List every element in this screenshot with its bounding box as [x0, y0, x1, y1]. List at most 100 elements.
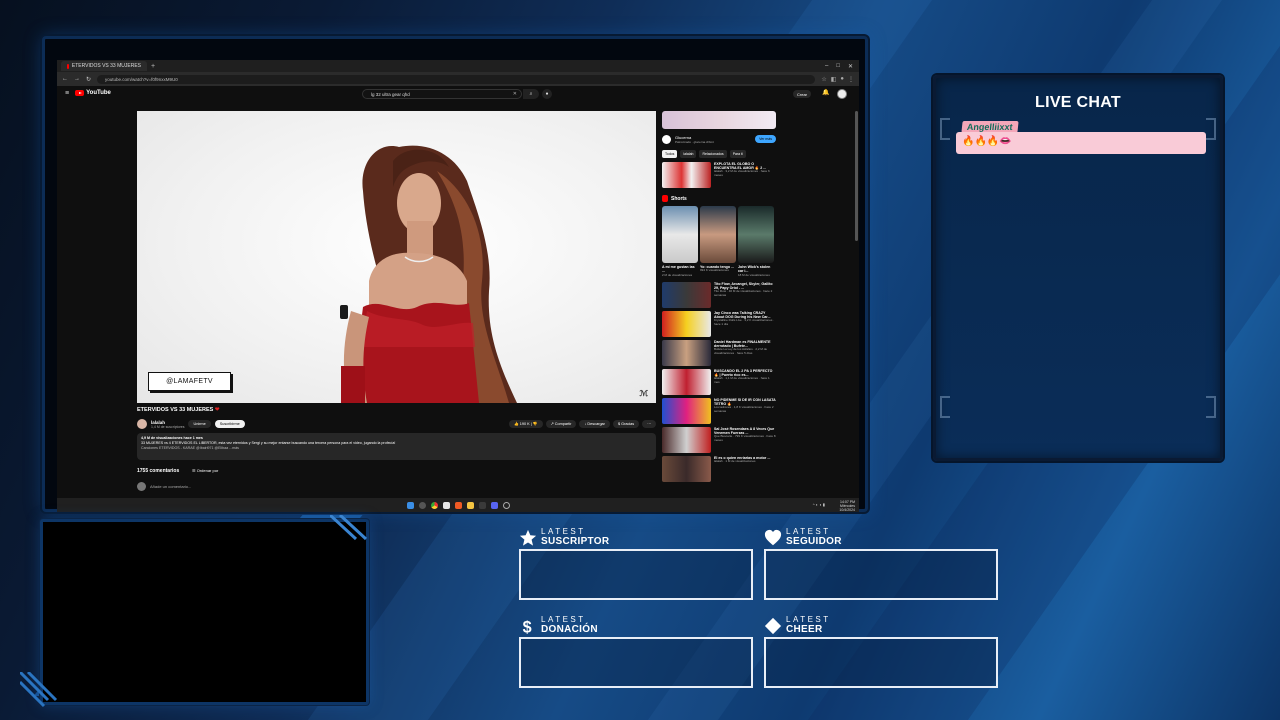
- back-icon[interactable]: ←: [62, 76, 68, 82]
- youtube-logo[interactable]: YouTube: [75, 90, 111, 96]
- ad-logo: [662, 134, 671, 144]
- video-meta: Krystalline Rolls Live · 3,2 K visualiza…: [714, 318, 775, 326]
- recommended-video[interactable]: Jay Cinco was Talking CRAZY About DOG Du…: [662, 310, 776, 337]
- page-scrollbar[interactable]: [855, 111, 858, 241]
- recommended-video[interactable]: Daniel Hardman es FINALMENTE derrotado |…: [662, 339, 776, 366]
- chrome-icon[interactable]: [430, 501, 438, 509]
- latest-cheer-widget: LATEST CHEER: [764, 616, 998, 688]
- browser-address-bar: ← → ↻ youtube.com/watch?v=f0f9nxxM9U0 ☆ …: [57, 72, 859, 86]
- recommended-video[interactable]: EXPLOTA EL GLOBO O ENCUENTRA EL AMOR 🔥 2…: [662, 162, 776, 188]
- widget-name: SEGUIDOR: [786, 536, 842, 547]
- microphone-icon[interactable]: ●: [542, 89, 552, 99]
- chip-channel[interactable]: lalalah: [680, 150, 697, 158]
- chip-for-you[interactable]: Para ti: [729, 150, 746, 158]
- youtube-logo-text: YouTube: [86, 90, 111, 96]
- bookmark-icon[interactable]: ☆: [821, 76, 826, 83]
- heart-emoji-icon: ❤: [214, 407, 220, 413]
- video-description[interactable]: 4,9 M de visualizaciones hace 1 mes 33 M…: [137, 433, 656, 460]
- sort-comments-button[interactable]: ☰ Ordenar por: [192, 468, 218, 473]
- search-button[interactable]: ⌕: [523, 89, 539, 99]
- terminal-icon[interactable]: [478, 501, 486, 509]
- chip-all[interactable]: Todos: [662, 150, 678, 158]
- frame-corner: [940, 118, 950, 140]
- account-avatar[interactable]: [837, 89, 847, 99]
- profile-icon[interactable]: ●: [840, 76, 844, 83]
- channel-row: lalalah 1,4 M de suscriptores Unirme Sus…: [137, 417, 656, 431]
- widget-name: SUSCRIPTOR: [541, 536, 610, 547]
- search-icon[interactable]: [418, 501, 426, 509]
- video-content-image: [340, 145, 517, 403]
- screen-capture: ETERVIDOS VS 33 MUJERES + – □ ✕ ← → ↻ yo…: [57, 60, 859, 512]
- short-item[interactable]: A mí me gustan las ... 2 M de visualizac…: [662, 206, 698, 278]
- create-button[interactable]: Crear: [793, 90, 812, 98]
- live-chat-panel: LIVE CHAT Angelliixxt 🔥🔥🔥👄: [933, 75, 1223, 461]
- hamburger-menu-icon[interactable]: ≡: [65, 90, 69, 97]
- user-avatar: [137, 482, 146, 491]
- latest-subscriber-widget: LATEST SUSCRIPTOR: [519, 527, 753, 600]
- obs-icon[interactable]: [502, 501, 510, 509]
- video-meta: lalalah · 1 M de visualizaciones: [714, 458, 756, 463]
- thanks-label: Gracias: [621, 422, 635, 426]
- recommended-video[interactable]: NO PIDENME SI DE IR CON LASATA TETRO 🔥 Lo…: [662, 397, 776, 424]
- browser-tab[interactable]: ETERVIDOS VS 33 MUJERES: [61, 61, 147, 71]
- taskbar-clock[interactable]: 14:07 PM Miércoles 10/4/2024: [839, 500, 855, 512]
- extensions-icon[interactable]: ◧: [831, 76, 837, 83]
- new-tab-button[interactable]: +: [151, 63, 155, 70]
- join-button[interactable]: Unirme: [188, 420, 211, 428]
- description-chapters: Canciones ETERVIDOS - KARAE @Ibairi971 @…: [141, 446, 239, 450]
- search-input[interactable]: lg 32 ultra gear qhd ✕: [362, 89, 522, 99]
- latest-donation-widget: $ LATEST DONACIÓN: [519, 616, 753, 688]
- youtube-favicon-icon: [67, 63, 69, 69]
- share-button[interactable]: ↗ Compartir: [545, 420, 577, 428]
- maximize-icon[interactable]: □: [836, 63, 840, 70]
- like-button[interactable]: 👍 190 K | 👎: [508, 420, 543, 428]
- thanks-button[interactable]: $ Gracias: [612, 420, 640, 428]
- recommended-video[interactable]: Sal José Rosendaes A 8 Veces Que Venemen…: [662, 426, 776, 453]
- video-thumbnail: [662, 397, 711, 424]
- download-label: Descargar: [587, 422, 605, 426]
- recommended-video[interactable]: Tito Flow, Arcangel, Skyler, Gallito 29,…: [662, 281, 776, 308]
- channel-avatar[interactable]: [137, 419, 147, 429]
- channel-watermark: @LAMAFETV: [148, 372, 231, 391]
- comments-count: 1755 comentarios: [137, 468, 180, 474]
- minimize-icon[interactable]: –: [825, 63, 828, 70]
- video-title: ETERVIDOS VS 33 MUJERES ❤: [137, 407, 219, 413]
- ad-card: Glucerna Patrocinado · glucerna.cl/bmt V…: [662, 131, 776, 147]
- notifications-bell-icon[interactable]: 🔔: [822, 89, 829, 96]
- video-meta: Bufete La Ley de los Asfaltos · 2,2 M de…: [714, 347, 768, 355]
- download-button[interactable]: ↓ Descargar: [579, 420, 610, 428]
- short-item[interactable]: Yo: cuando tengo ... 994 K visualizacion…: [700, 206, 736, 278]
- recommended-video[interactable]: BUSCANDO EL 2 PA 3 PERFECTO 🔥 | Puerto r…: [662, 368, 776, 395]
- forward-icon[interactable]: →: [74, 76, 80, 82]
- video-player[interactable]: @LAMAFETV ℳ: [137, 111, 656, 403]
- video-thumbnail: [662, 455, 711, 482]
- add-comment-input[interactable]: Añade un comentario...: [150, 484, 191, 489]
- brave-icon[interactable]: [454, 501, 462, 509]
- svg-text:$: $: [523, 618, 532, 635]
- url-input[interactable]: youtube.com/watch?v=f0f9nxxM9U0: [97, 74, 816, 84]
- ad-cta-button[interactable]: Ver más: [755, 135, 776, 143]
- discord-icon[interactable]: [490, 501, 498, 509]
- short-item[interactable]: John Wick's stolen car i... 18 M de visu…: [738, 206, 774, 278]
- filter-chips: Todos lalalah Relacionados Para ti: [662, 150, 776, 158]
- subscribe-button[interactable]: Suscribirme: [214, 420, 245, 428]
- menu-icon[interactable]: ⋮: [848, 76, 854, 83]
- video-thumbnail: [662, 426, 711, 453]
- clear-search-icon[interactable]: ✕: [513, 91, 517, 97]
- more-actions-button[interactable]: ⋯: [642, 420, 656, 428]
- folder-icon[interactable]: [466, 501, 474, 509]
- ad-banner[interactable]: [662, 111, 776, 129]
- short-thumbnail: [738, 206, 774, 263]
- chip-related[interactable]: Relacionados: [699, 150, 727, 158]
- frame-corner: [940, 396, 950, 418]
- recommended-video[interactable]: El es o quien enriarias a motor ... lalal…: [662, 455, 776, 482]
- heart-icon: [764, 529, 782, 546]
- system-tray[interactable]: ^ ◐ ◖ ▮: [813, 502, 825, 507]
- channel-info: lalalah 1,4 M de suscriptores: [151, 420, 184, 429]
- close-icon[interactable]: ✕: [848, 63, 853, 70]
- short-thumbnail: [662, 206, 698, 263]
- app-icon[interactable]: [442, 501, 450, 509]
- widget-top-label: LATEST: [541, 527, 586, 536]
- reload-icon[interactable]: ↻: [86, 76, 91, 83]
- windows-start-icon[interactable]: [406, 501, 414, 509]
